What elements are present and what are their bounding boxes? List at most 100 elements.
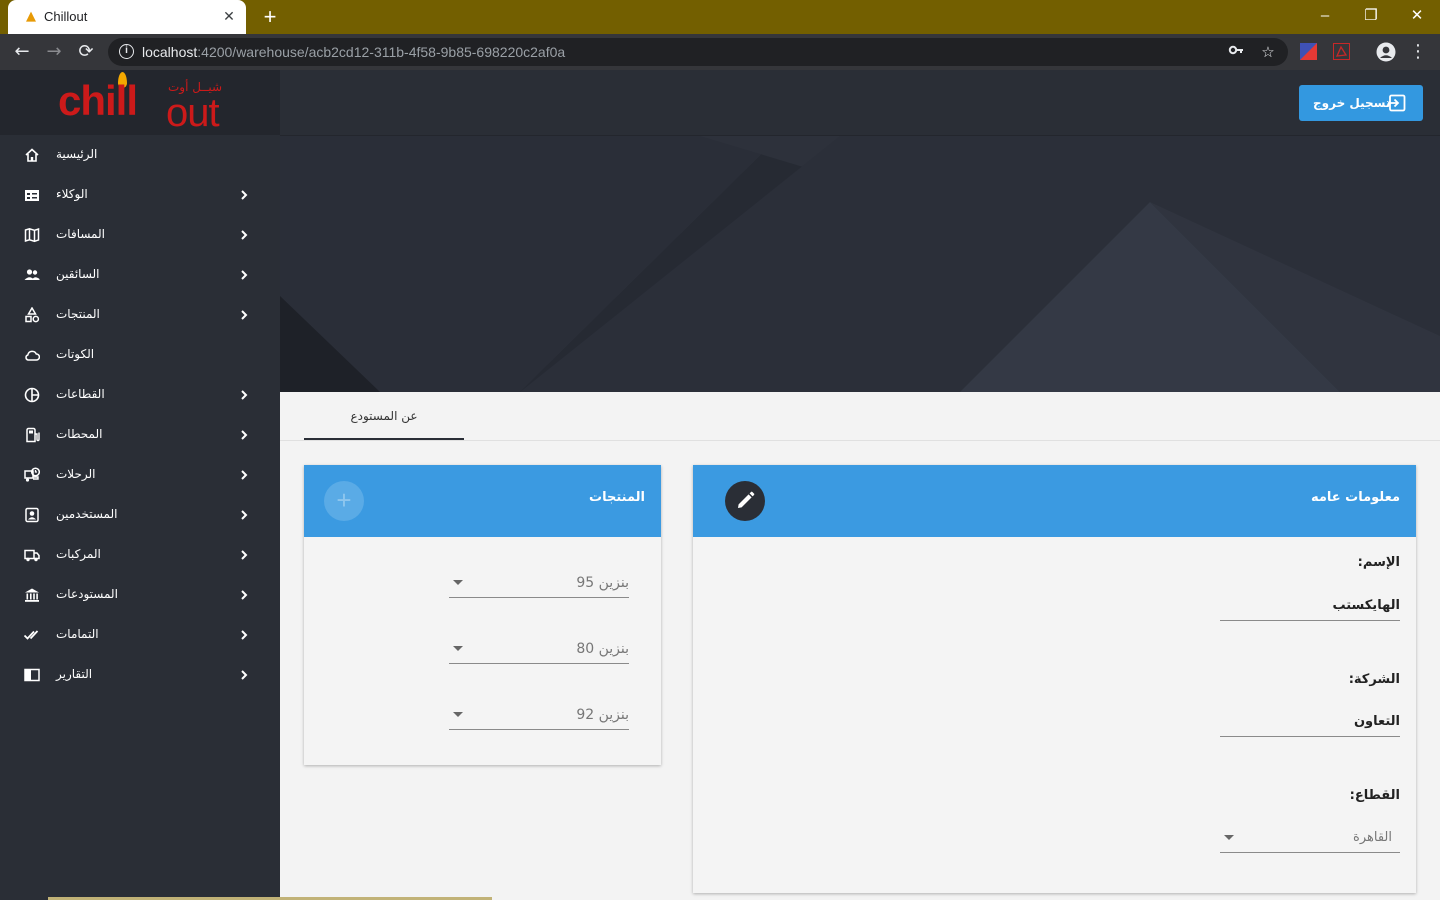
sidebar-item-label: المركبات bbox=[56, 547, 101, 561]
sidebar-item-drivers[interactable]: السائقين bbox=[0, 255, 280, 295]
key-icon[interactable] bbox=[1226, 42, 1246, 62]
hero-banner bbox=[280, 136, 1440, 392]
sidebar-item-label: الوكلاء bbox=[56, 187, 88, 201]
trips-icon bbox=[24, 467, 40, 482]
restore-button[interactable]: ❐ bbox=[1356, 4, 1386, 28]
caret-down-icon bbox=[453, 580, 463, 585]
main-content: عن المستودع + المنتجات بنزين 95 بنزين 80… bbox=[280, 392, 1440, 900]
sector-select[interactable]: القاهرة bbox=[1220, 823, 1400, 853]
sidebar-item-sectors[interactable]: القطاعات bbox=[0, 375, 280, 415]
logo[interactable]: chill شيــل أوت out bbox=[0, 70, 280, 135]
product-select-1[interactable]: بنزين 95 bbox=[449, 568, 629, 598]
extension-icon[interactable] bbox=[1300, 43, 1317, 60]
sectors-icon bbox=[24, 387, 40, 403]
chevron-right-icon bbox=[241, 510, 248, 520]
general-info-title: معلومات عامه bbox=[1310, 490, 1400, 505]
tab-about-label: عن المستودع bbox=[350, 409, 418, 423]
reports-icon bbox=[24, 668, 40, 682]
name-label: الإسم: bbox=[1357, 555, 1400, 570]
sidebar-item-home[interactable]: الرئيسية bbox=[0, 135, 280, 175]
sidebar-item-label: القطاعات bbox=[56, 387, 105, 401]
sector-value: القاهرة bbox=[1353, 830, 1392, 845]
forward-arrow-icon[interactable]: → bbox=[42, 40, 66, 64]
caret-down-icon bbox=[453, 646, 463, 651]
reload-icon[interactable]: ⟳ bbox=[74, 40, 98, 64]
new-tab-button[interactable]: + bbox=[258, 6, 282, 28]
sidebar-menu: الرئيسية الوكلاء المسافات السائقين المنت… bbox=[0, 135, 280, 695]
sidebar-item-vehicles[interactable]: المركبات bbox=[0, 535, 280, 575]
tab-about-warehouse[interactable]: عن المستودع bbox=[304, 392, 464, 440]
chevron-right-icon bbox=[241, 270, 248, 280]
sidebar-item-label: التقارير bbox=[56, 667, 93, 681]
browser-tab[interactable]: ▲ Chillout ✕ bbox=[8, 0, 246, 34]
product-select-2[interactable]: بنزين 80 bbox=[449, 634, 629, 664]
chevron-right-icon bbox=[241, 430, 248, 440]
chevron-right-icon bbox=[241, 390, 248, 400]
site-info-icon[interactable]: i bbox=[119, 44, 134, 59]
product-select-value: بنزين 80 bbox=[576, 641, 629, 657]
logout-button[interactable]: تسجيل خروج bbox=[1299, 85, 1423, 121]
browser-toolbar: ← → ⟳ i localhost:4200/warehouse/acb2cd1… bbox=[0, 34, 1440, 70]
close-window-button[interactable]: ✕ bbox=[1402, 4, 1432, 28]
browser-menu-icon[interactable]: ⋮ bbox=[1406, 40, 1430, 64]
address-bar[interactable]: i localhost:4200/warehouse/acb2cd12-311b… bbox=[108, 38, 1288, 66]
sidebar-item-label: الرئيسية bbox=[56, 147, 98, 161]
sidebar-item-label: المسافات bbox=[56, 227, 105, 241]
minimize-button[interactable]: – bbox=[1310, 4, 1340, 28]
name-field[interactable]: الهايكستب bbox=[1220, 591, 1400, 621]
general-info-card-header: معلومات عامه bbox=[693, 465, 1416, 537]
url-path: :4200/warehouse/acb2cd12-311b-4f58-9b85-… bbox=[197, 44, 566, 60]
caret-down-icon bbox=[1224, 835, 1234, 840]
logo-word-chill: chill bbox=[58, 77, 138, 124]
company-label: الشركة: bbox=[1348, 672, 1400, 687]
company-field[interactable]: التعاون bbox=[1220, 707, 1400, 737]
sidebar-item-completions[interactable]: التمامات bbox=[0, 615, 280, 655]
sidebar-item-users[interactable]: المستخدمين bbox=[0, 495, 280, 535]
chevron-right-icon bbox=[241, 470, 248, 480]
product-select-3[interactable]: بنزين 92 bbox=[449, 700, 629, 730]
star-bookmark-icon[interactable]: ☆ bbox=[1258, 42, 1278, 62]
sidebar-item-label: المستودعات bbox=[56, 587, 118, 601]
sidebar-item-label: الرحلات bbox=[56, 467, 96, 481]
profile-avatar-icon[interactable] bbox=[1376, 42, 1396, 62]
pdf-extension-icon[interactable] bbox=[1333, 43, 1350, 60]
sidebar-item-label: المستخدمين bbox=[56, 507, 118, 521]
sidebar-item-label: المنتجات bbox=[56, 307, 100, 321]
general-info-card: معلومات عامه الإسم: الهايكستب الشركة: ال… bbox=[693, 465, 1416, 893]
chevron-right-icon bbox=[241, 670, 248, 680]
sidebar-item-label: السائقين bbox=[56, 267, 100, 281]
sector-label: القطاع: bbox=[1349, 788, 1400, 803]
close-tab-icon[interactable]: ✕ bbox=[220, 8, 238, 26]
sidebar-item-reports[interactable]: التقارير bbox=[0, 655, 280, 695]
products-card: + المنتجات بنزين 95 بنزين 80 بنزين 92 bbox=[304, 465, 661, 765]
url-host: localhost bbox=[142, 44, 198, 60]
sidebar-item-stations[interactable]: المحطات bbox=[0, 415, 280, 455]
products-card-title: المنتجات bbox=[589, 490, 645, 505]
pencil-icon bbox=[738, 491, 755, 508]
sidebar-item-products[interactable]: المنتجات bbox=[0, 295, 280, 335]
edit-button[interactable] bbox=[725, 481, 765, 521]
chevron-right-icon bbox=[241, 190, 248, 200]
flame-favicon-icon: ▲ bbox=[26, 9, 36, 24]
url-text: localhost:4200/warehouse/acb2cd12-311b-4… bbox=[142, 44, 565, 60]
chevron-right-icon bbox=[241, 630, 248, 640]
add-product-button[interactable]: + bbox=[324, 481, 364, 521]
checks-icon bbox=[24, 630, 39, 640]
sidebar-item-label: الكوتات bbox=[56, 347, 95, 361]
sidebar-item-label: التمامات bbox=[56, 627, 99, 641]
product-select-value: بنزين 95 bbox=[576, 575, 629, 591]
sidebar-item-distances[interactable]: المسافات bbox=[0, 215, 280, 255]
browser-tabstrip: ▲ Chillout ✕ + – ❐ ✕ bbox=[0, 0, 1440, 34]
map-icon bbox=[24, 227, 40, 243]
back-arrow-icon[interactable]: ← bbox=[10, 40, 34, 64]
agents-icon bbox=[25, 190, 39, 201]
sidebar-item-quotas[interactable]: الكوتات bbox=[0, 335, 280, 375]
caret-down-icon bbox=[453, 712, 463, 717]
products-card-header: + المنتجات bbox=[304, 465, 661, 537]
product-select-value: بنزين 92 bbox=[576, 707, 629, 723]
sidebar-item-agents[interactable]: الوكلاء bbox=[0, 175, 280, 215]
sidebar-item-label: المحطات bbox=[56, 427, 103, 441]
sidebar-item-trips[interactable]: الرحلات bbox=[0, 455, 280, 495]
logout-label: تسجيل خروج bbox=[1313, 96, 1391, 110]
sidebar-item-warehouses[interactable]: المستودعات bbox=[0, 575, 280, 615]
